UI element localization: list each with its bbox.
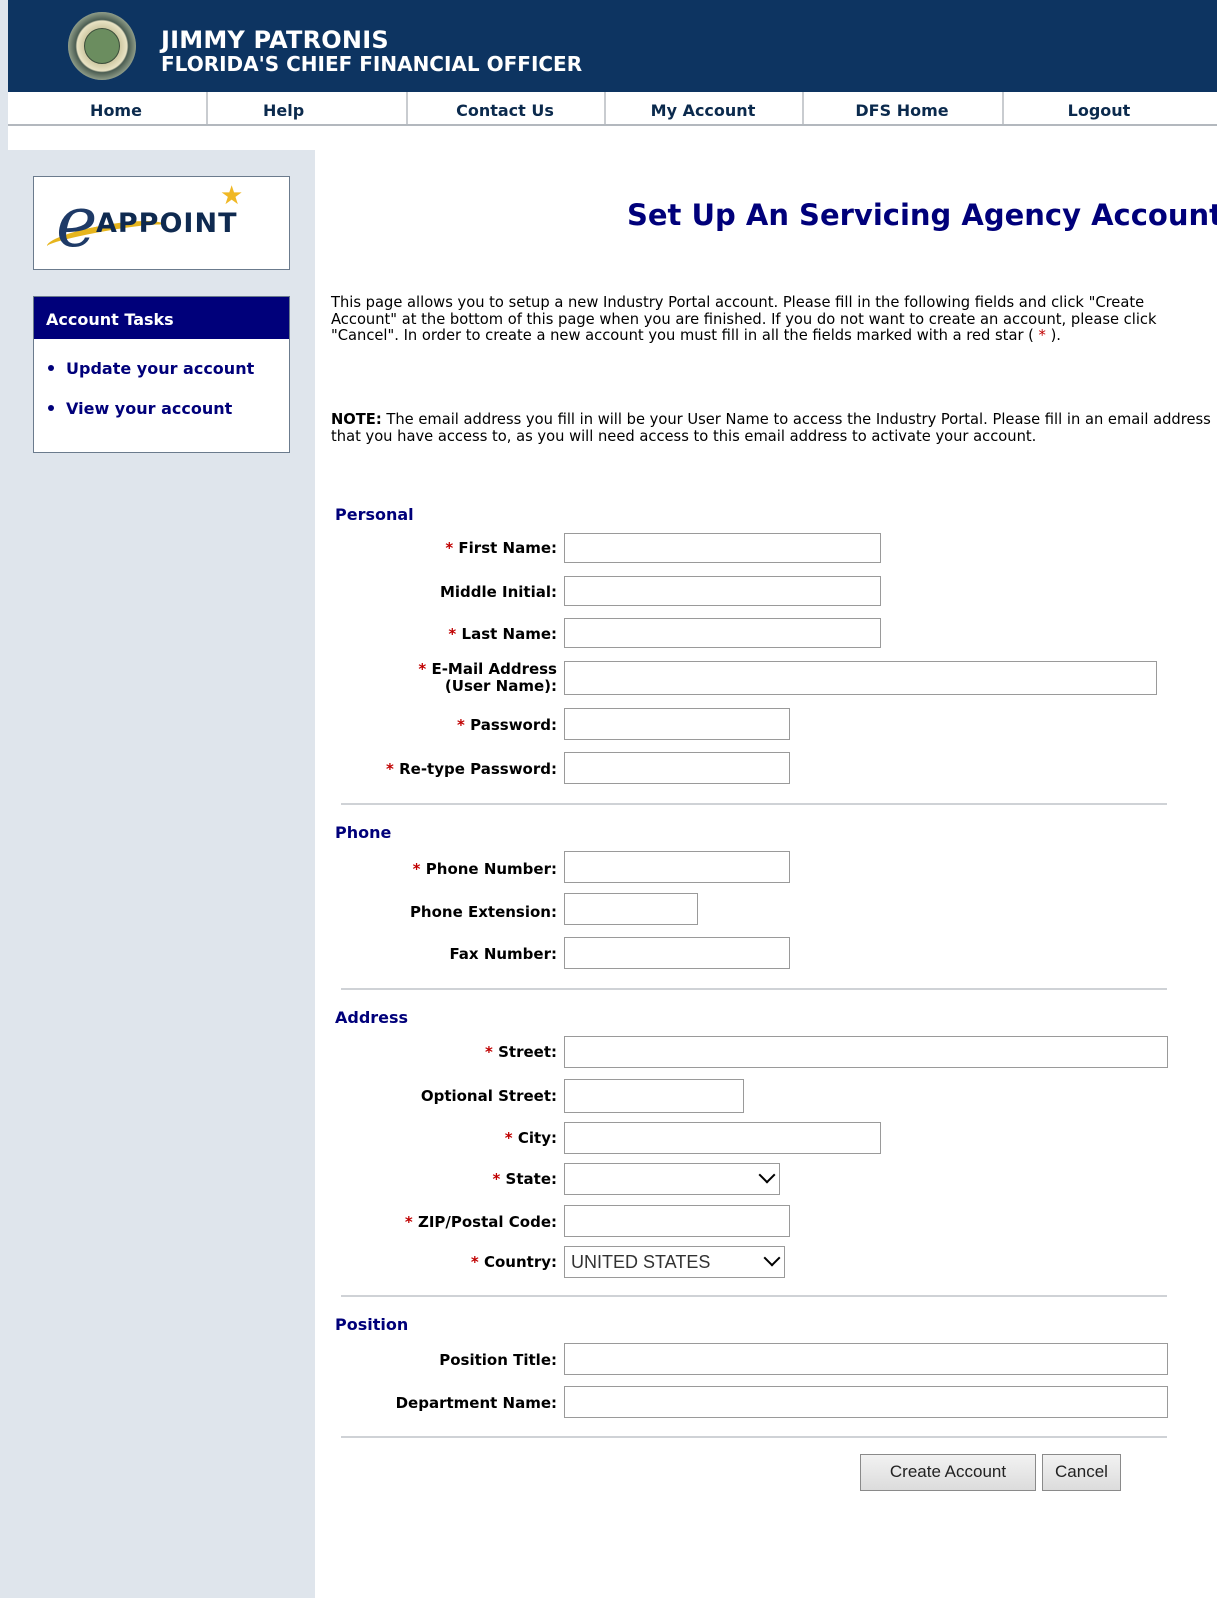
divider [341,1436,1167,1438]
divider [341,803,1167,805]
label-position-title: Position Title: [439,1351,557,1369]
section-personal: Personal [335,505,414,524]
required-star: * [1033,327,1051,344]
label-optional-street: Optional Street: [420,1087,557,1105]
divider [341,1295,1167,1297]
phone-extension-input[interactable] [564,893,698,925]
label-email: * E-Mail Address (User Name): [418,660,557,695]
intro-text: This page allows you to setup a new Indu… [331,294,1157,344]
first-name-input[interactable] [564,533,881,563]
note-text: NOTE: The email address you fill in will… [331,411,1211,445]
label-state: * State: [492,1170,557,1188]
middle-initial-input[interactable] [564,576,881,606]
header-banner: JIMMY PATRONIS FLORIDA'S CHIEF FINANCIAL… [8,0,1217,92]
logo-text: APPOINT [96,208,238,239]
header-name: JIMMY PATRONIS [161,26,389,54]
label-phone-number: * Phone Number: [412,860,557,878]
department-name-input[interactable] [564,1386,1168,1418]
nav-logout[interactable]: Logout [1004,92,1194,124]
star-icon: ★ [220,181,244,211]
page-title: Set Up An Servicing Agency Account [626,198,1217,232]
street-input[interactable] [564,1036,1168,1068]
task-view-label: View your account [66,399,233,418]
email-input[interactable] [564,661,1157,695]
city-input[interactable] [564,1122,881,1154]
header-title: FLORIDA'S CHIEF FINANCIAL OFFICER [161,52,583,76]
label-last-name: * Last Name: [448,625,557,643]
logo-letter: e [56,181,98,263]
label-street: * Street: [485,1043,557,1061]
section-phone: Phone [335,823,392,842]
label-first-name: * First Name: [445,539,557,557]
nav-dfs-home[interactable]: DFS Home [804,92,1000,124]
phone-number-input[interactable] [564,851,790,883]
state-select[interactable] [564,1163,780,1195]
create-account-button[interactable]: Create Account [860,1454,1036,1491]
label-zip: * ZIP/Postal Code: [404,1213,557,1231]
account-tasks-panel: Account Tasks Update your account View y… [33,296,290,453]
nav-help[interactable]: Help [263,92,353,124]
nav-home[interactable]: Home [66,92,166,124]
note-label: NOTE: [331,411,382,428]
main-content: Set Up An Servicing Agency Account This … [315,150,1217,1598]
top-nav: Home Help Contact Us My Account DFS Home… [8,92,1217,126]
label-fax-number: Fax Number: [449,945,557,963]
cfo-seal-icon [68,12,136,80]
section-position: Position [335,1315,409,1334]
zip-input[interactable] [564,1205,790,1237]
section-address: Address [335,1008,409,1027]
optional-street-input[interactable] [564,1079,744,1113]
task-view-account[interactable]: View your account [48,399,232,418]
label-retype-password: * Re-type Password: [386,760,557,778]
label-country: * Country: [470,1253,557,1271]
nav-my-account[interactable]: My Account [606,92,800,124]
label-city: * City: [504,1129,557,1147]
chevron-down-icon [763,1249,781,1267]
bullet-icon [48,405,54,411]
label-department-name: Department Name: [395,1394,557,1412]
label-middle-initial: Middle Initial: [439,583,557,601]
retype-password-input[interactable] [564,752,790,784]
nav-contact-us[interactable]: Contact Us [408,92,602,124]
chevron-down-icon [758,1166,776,1184]
page: JIMMY PATRONIS FLORIDA'S CHIEF FINANCIAL… [8,0,1217,1598]
eappoint-logo: e APPOINT ★ [33,176,290,270]
nav-spacer [8,126,1217,150]
last-name-input[interactable] [564,618,881,648]
task-update-label: Update your account [66,359,255,378]
task-update-account[interactable]: Update your account [48,359,254,378]
account-tasks-title: Account Tasks [34,297,289,339]
bullet-icon [48,365,54,371]
label-phone-extension: Phone Extension: [409,903,557,921]
sidebar: e APPOINT ★ Account Tasks Update your ac… [8,150,315,1598]
country-value: UNITED STATES [571,1252,711,1272]
label-password: * Password: [457,716,557,734]
divider [341,988,1167,990]
cancel-button[interactable]: Cancel [1042,1454,1121,1491]
country-select[interactable]: UNITED STATES [564,1246,785,1278]
fax-number-input[interactable] [564,937,790,969]
position-title-input[interactable] [564,1343,1168,1375]
password-input[interactable] [564,708,790,740]
